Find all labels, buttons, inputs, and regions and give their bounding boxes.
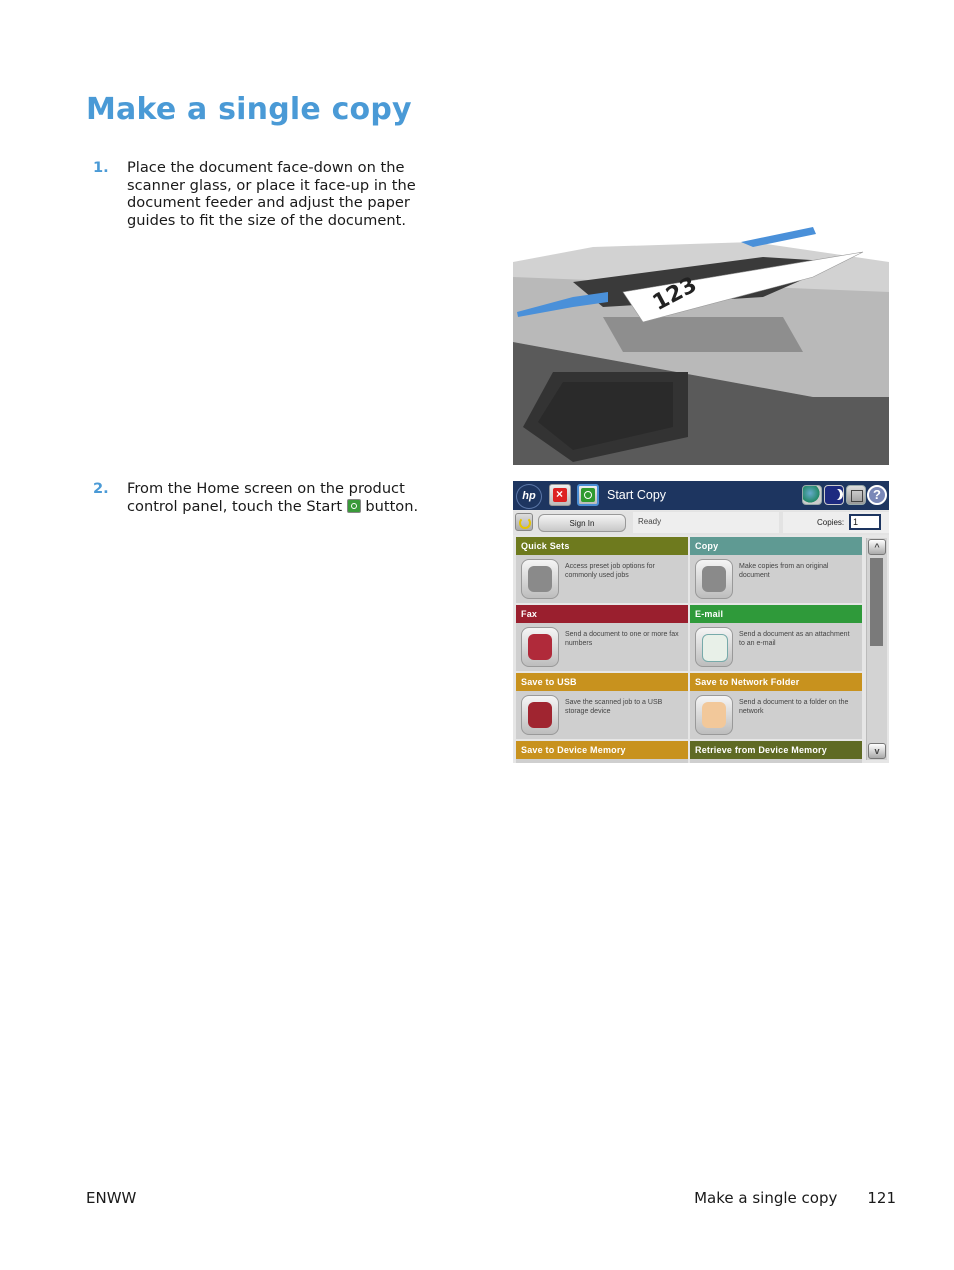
step-text: From the Home screen on the product cont…: [127, 480, 458, 515]
tile-title: Retrieve from Device Memory: [690, 741, 862, 759]
copies-label: Copies:: [817, 518, 845, 527]
tile-title: E-mail: [690, 605, 862, 623]
copies-input[interactable]: 1: [849, 514, 881, 530]
help-icon[interactable]: ?: [867, 485, 887, 505]
step-number: 1.: [93, 159, 109, 176]
page-number: 121: [867, 1189, 896, 1207]
footer-right: Make a single copy 121: [694, 1189, 896, 1207]
fax-icon: [521, 627, 559, 667]
top-bar: hp Start Copy ?: [513, 481, 889, 510]
step-text-after: button.: [365, 497, 419, 515]
clipboard-icon: [521, 559, 559, 599]
tile-description: Send a document to a folder on the netwo…: [739, 699, 849, 715]
tile-save-to-device-memory[interactable]: Save to Device Memory: [516, 741, 688, 763]
tile-title: Fax: [516, 605, 688, 623]
tile-copy[interactable]: Copy Make copies from an original docume…: [690, 537, 862, 603]
globe-icon[interactable]: [802, 485, 822, 505]
page-title: Make a single copy: [86, 92, 412, 127]
step-text: Place the document face-down on the scan…: [127, 159, 416, 229]
start-icon: [346, 498, 361, 513]
sleep-icon[interactable]: [824, 485, 844, 505]
tile-description: Save the scanned job to a USB storage de…: [565, 699, 663, 715]
sign-in-button[interactable]: Sign In: [538, 514, 626, 532]
hp-logo-icon[interactable]: hp: [516, 484, 542, 509]
document-feeder-illustration: 123: [513, 222, 889, 465]
step-1: 1. Place the document face-down on the s…: [93, 159, 458, 229]
tile-save-to-usb[interactable]: Save to USB Save the scanned job to a US…: [516, 673, 688, 739]
tile-description: Send a document as an attachment to an e…: [739, 631, 850, 647]
tile-description: Send a document to one or more fax numbe…: [565, 631, 679, 647]
tile-email[interactable]: E-mail Send a document as an attachment …: [690, 605, 862, 671]
scrollbar[interactable]: ^ v: [866, 538, 887, 760]
tile-quick-sets[interactable]: Quick Sets Access preset job options for…: [516, 537, 688, 603]
tile-title: Quick Sets: [516, 537, 688, 555]
folder-icon: [695, 695, 733, 735]
scroll-up-button[interactable]: ^: [868, 539, 886, 555]
control-panel-screen: hp Start Copy ? Sign In Ready Copies: 1 …: [513, 481, 889, 763]
step-text-before: From the Home screen on the product cont…: [127, 480, 405, 515]
tile-description: Access preset job options for commonly u…: [565, 563, 655, 579]
tile-title: Save to USB: [516, 673, 688, 691]
copies-area: Copies: 1: [783, 512, 889, 533]
tile-title: Copy: [690, 537, 862, 555]
tile-fax[interactable]: Fax Send a document to one or more fax n…: [516, 605, 688, 671]
step-number: 2.: [93, 480, 109, 497]
stop-button[interactable]: [549, 484, 571, 506]
step-2: 2. From the Home screen on the product c…: [93, 480, 458, 515]
tile-retrieve-from-device-memory[interactable]: Retrieve from Device Memory: [690, 741, 862, 763]
start-button[interactable]: [577, 484, 599, 506]
start-copy-label: Start Copy: [607, 488, 667, 502]
start-icon: [581, 488, 595, 502]
tile-description: Make copies from an original document: [739, 563, 829, 579]
network-icon[interactable]: [846, 485, 866, 505]
stop-icon: [553, 487, 567, 502]
status-bar: Sign In Ready Copies: 1: [513, 511, 889, 535]
usb-icon: [521, 695, 559, 735]
scrollbar-thumb[interactable]: [870, 558, 883, 646]
arrow-right-guide: [741, 227, 816, 247]
copy-icon: [695, 559, 733, 599]
status-area: Ready: [633, 512, 779, 533]
tile-save-to-network-folder[interactable]: Save to Network Folder Send a document t…: [690, 673, 862, 739]
printer-illustration: 123: [513, 227, 889, 465]
tile-title: Save to Device Memory: [516, 741, 688, 759]
tile-title: Save to Network Folder: [690, 673, 862, 691]
footer-left: ENWW: [86, 1189, 137, 1207]
scroll-down-button[interactable]: v: [868, 743, 886, 759]
status-text: Ready: [638, 517, 662, 526]
reset-icon[interactable]: [515, 513, 533, 531]
footer-section: Make a single copy: [694, 1189, 838, 1207]
envelope-icon: [695, 627, 733, 667]
